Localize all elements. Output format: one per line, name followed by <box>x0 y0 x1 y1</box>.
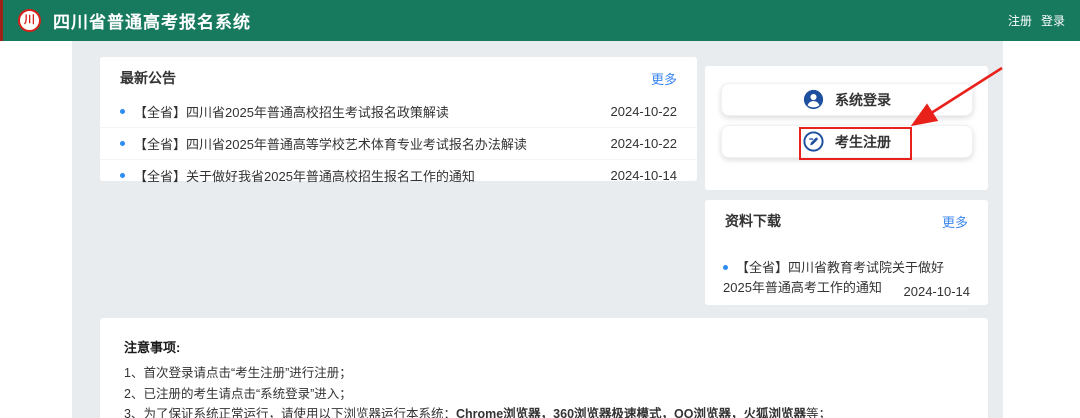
announcement-date: 2024-10-14 <box>611 168 678 183</box>
announcement-item[interactable]: 【全省】关于做好我省2025年普通高校招生报名工作的通知 2024-10-14 <box>100 159 697 191</box>
nav-register-link[interactable]: 注册 <box>1008 12 1032 29</box>
download-item[interactable]: 【全省】四川省教育考试院关于做好2025年普通高考工作的通知 2024-10-1… <box>705 238 988 298</box>
page-title: 四川省普通高考报名系统 <box>53 8 251 33</box>
logo-seal-icon: 川 <box>24 15 35 26</box>
note-item-1: 1、首次登录请点击“考生注册”进行注册； <box>124 363 964 384</box>
announcement-date: 2024-10-22 <box>611 104 678 119</box>
note-3-prefix: 3、为了保证系统正常运行，请使用以下浏览器运行本系统： <box>124 407 456 418</box>
announcements-panel: 最新公告 更多 【全省】四川省2025年普通高校招生考试报名政策解读 2024-… <box>100 57 697 181</box>
edit-circle-icon <box>803 131 824 152</box>
system-login-label: 系统登录 <box>835 90 891 110</box>
header-nav: 注册 登录 <box>1008 12 1065 29</box>
candidate-register-button[interactable]: 考生注册 <box>721 125 973 158</box>
auth-panel: 系统登录 考生注册 <box>705 66 988 190</box>
announcements-more-link[interactable]: 更多 <box>651 69 677 88</box>
bullet-dot-icon <box>120 141 125 146</box>
downloads-more-link[interactable]: 更多 <box>942 212 968 231</box>
announcements-list: 【全省】四川省2025年普通高校招生考试报名政策解读 2024-10-22 【全… <box>100 95 697 191</box>
announcement-item[interactable]: 【全省】四川省2025年普通高校招生考试报名政策解读 2024-10-22 <box>100 95 697 127</box>
notes-panel: 注意事项: 1、首次登录请点击“考生注册”进行注册； 2、已注册的考生请点击“系… <box>100 318 988 418</box>
bullet-dot-icon <box>120 109 125 114</box>
announcement-text: 【全省】四川省2025年普通高校招生考试报名政策解读 <box>134 102 599 121</box>
note-item-3: 3、为了保证系统正常运行，请使用以下浏览器运行本系统：Chrome浏览器，360… <box>124 404 964 418</box>
notes-title: 注意事项: <box>124 337 964 356</box>
announcement-text: 【全省】四川省2025年普通高等学校艺术体育专业考试报名办法解读 <box>134 134 599 153</box>
bullet-dot-icon <box>120 173 125 178</box>
downloads-panel: 资料下载 更多 【全省】四川省教育考试院关于做好2025年普通高考工作的通知 2… <box>705 200 988 305</box>
candidate-register-label: 考生注册 <box>835 132 891 152</box>
system-login-button[interactable]: 系统登录 <box>721 83 973 116</box>
downloads-title: 资料下载 <box>725 211 781 231</box>
note-item-2: 2、已注册的考生请点击“系统登录”进入； <box>124 384 964 405</box>
announcements-header: 最新公告 更多 <box>100 57 697 95</box>
header-left-edge-stripe <box>0 0 3 41</box>
announcement-text: 【全省】关于做好我省2025年普通高校招生报名工作的通知 <box>134 166 599 185</box>
announcements-title: 最新公告 <box>120 68 176 88</box>
download-date: 2024-10-14 <box>904 282 971 302</box>
bullet-dot-icon <box>723 265 728 270</box>
divider <box>723 308 970 309</box>
note-3-browsers-bold: Chrome浏览器，360浏览器极速模式，QQ浏览器，火狐浏览器 <box>456 407 806 418</box>
site-logo: 川 <box>18 9 41 32</box>
nav-login-link[interactable]: 登录 <box>1041 12 1065 29</box>
downloads-header: 资料下载 更多 <box>705 200 988 238</box>
user-circle-icon <box>803 89 824 110</box>
note-3-suffix: 等； <box>806 407 831 418</box>
app-header: 川 四川省普通高考报名系统 注册 登录 <box>0 0 1080 41</box>
announcement-date: 2024-10-22 <box>611 136 678 151</box>
announcement-item[interactable]: 【全省】四川省2025年普通高等学校艺术体育专业考试报名办法解读 2024-10… <box>100 127 697 159</box>
